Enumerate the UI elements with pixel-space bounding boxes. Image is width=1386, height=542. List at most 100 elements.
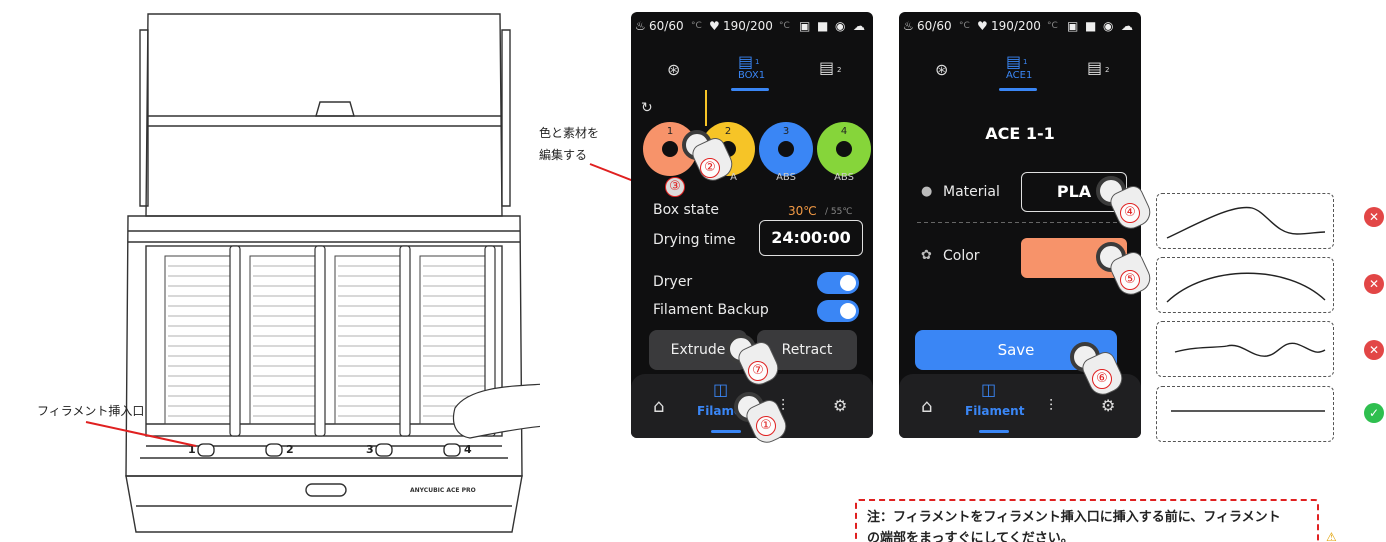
- tab-box1-sub: 1: [755, 58, 760, 66]
- spool-slot-4[interactable]: 4: [817, 122, 871, 176]
- nozzle-temp-icon: ♥: [709, 19, 720, 33]
- tab-ace1[interactable]: ▤: [1006, 52, 1021, 71]
- bent-filament-drawing: [1166, 206, 1326, 239]
- material-icon: ●: [921, 184, 933, 199]
- color-label: Color: [943, 248, 980, 264]
- spool-slot-3[interactable]: 3: [759, 122, 813, 176]
- ace-pro-illustration: ANYCUBIC ACE PRO 1 2 3 4: [110, 6, 546, 542]
- filament-backup-label: Filament Backup: [653, 302, 769, 318]
- wavy-filament-drawing: [1174, 342, 1326, 357]
- box-state-label: Box state: [653, 202, 719, 218]
- camera-icon: ◉: [1103, 19, 1114, 33]
- bed-temp: 60/60: [649, 19, 684, 33]
- good-mark: ✓: [1364, 403, 1384, 423]
- bed-temp-icon: ♨: [635, 19, 646, 33]
- step-6-badge: ⑥: [1092, 369, 1112, 389]
- curved-filament-drawing: [1166, 272, 1326, 303]
- step-5-badge: ⑤: [1120, 270, 1140, 290]
- bad-mark-2: ✕: [1364, 274, 1384, 294]
- material-divider: [917, 222, 1123, 223]
- slot-label-3: 3: [366, 443, 374, 456]
- bad-mark-1: ✕: [1364, 207, 1384, 227]
- status-bar: ♨ 60/60 °C ♥ 190/200 °C ▣ ■ ◉ ☁: [631, 12, 873, 40]
- tab-ace2-sub: 2: [1105, 66, 1110, 74]
- step-7-badge: ⑦: [748, 361, 768, 381]
- nozzle-temp-unit: °C: [1047, 21, 1058, 31]
- step-1-badge: ①: [756, 416, 776, 436]
- spool-4-hub: [836, 141, 852, 157]
- nozzle-temp-unit: °C: [779, 21, 790, 31]
- bed-temp-unit: °C: [959, 21, 970, 31]
- bed-temp-unit: °C: [691, 21, 702, 31]
- filament-example-4: [1156, 386, 1334, 442]
- nav-print-icon[interactable]: ⌂: [921, 396, 932, 417]
- step-2-badge: ②: [700, 158, 720, 178]
- printer-status-icon: ▣: [799, 19, 811, 33]
- tab-box1-label: BOX1: [738, 70, 766, 81]
- tab-active-indicator: [731, 88, 769, 91]
- note-line-2: の端部をまっすぐにしてください。: [867, 531, 1074, 542]
- dryer-toggle[interactable]: [817, 272, 859, 294]
- ace-pro-drawing: ANYCUBIC ACE PRO: [125, 13, 546, 533]
- bed-temp-icon: ♨: [903, 19, 914, 33]
- box-state-limit: / 55℃: [825, 207, 853, 217]
- filament-example-3: [1156, 321, 1334, 377]
- nozzle-temp: 190/200: [723, 19, 773, 33]
- printer-status-icon: ▣: [1067, 19, 1079, 33]
- lock-icon: ■: [817, 19, 829, 33]
- nav-filament-label[interactable]: Filament: [965, 404, 1024, 418]
- straight-filament-drawing: [1171, 410, 1325, 412]
- nav-filament-icon[interactable]: ◫: [981, 380, 996, 399]
- spool-1-hub: [662, 141, 678, 157]
- spool-3-material: ABS: [776, 172, 796, 183]
- nav-settings-icon[interactable]: ⚙: [833, 396, 847, 415]
- palette-icon: ✿: [921, 248, 932, 263]
- edit-callout-line2: 編集する: [539, 148, 588, 162]
- filament-example-1: [1156, 193, 1334, 249]
- step-4-badge: ④: [1120, 203, 1140, 223]
- drying-time-field[interactable]: 24:00:00: [759, 220, 863, 256]
- nav-controls-icon[interactable]: ⫶: [1049, 396, 1053, 416]
- lock-icon: ■: [1085, 19, 1097, 33]
- filament-backup-toggle[interactable]: [817, 300, 859, 322]
- spool-3-number: 3: [782, 126, 790, 137]
- warning-icon: ⚠: [1326, 530, 1337, 542]
- tab-box1[interactable]: ▤: [738, 52, 753, 71]
- filament-inlet-leader-line: [85, 421, 197, 447]
- nav-active-indicator: [979, 430, 1009, 433]
- nav-print-icon[interactable]: ⌂: [653, 396, 664, 417]
- nav-active-indicator: [711, 430, 741, 433]
- refresh-icon[interactable]: ↻: [641, 100, 653, 116]
- tab-box2[interactable]: ▤: [819, 58, 834, 77]
- slot-label-4: 4: [464, 443, 472, 456]
- camera-icon: ◉: [835, 19, 846, 33]
- cloud-icon: ☁: [853, 19, 865, 33]
- tab-external-spool[interactable]: ⊛: [667, 60, 680, 79]
- spool-3-hub: [778, 141, 794, 157]
- spool-4-material: ABS: [834, 172, 854, 183]
- edit-callout-line1: 色と素材を: [539, 126, 600, 140]
- filament-inlet-callout: フィラメント挿入口: [37, 404, 145, 418]
- cloud-icon: ☁: [1121, 19, 1133, 33]
- dryer-label: Dryer: [653, 274, 693, 290]
- nozzle-temp-icon: ♥: [977, 19, 988, 33]
- spool-4-number: 4: [840, 126, 848, 137]
- slot-title: ACE 1-1: [985, 124, 1055, 143]
- tab-active-indicator: [999, 88, 1037, 91]
- step-3-badge: ③: [665, 177, 685, 197]
- tab-external-spool[interactable]: ⊛: [935, 60, 948, 79]
- active-slot-pointer: [705, 90, 707, 126]
- bed-temp: 60/60: [917, 19, 952, 33]
- nav-filament-icon[interactable]: ◫: [713, 380, 728, 399]
- drying-time-label: Drying time: [653, 232, 736, 248]
- status-bar: ♨ 60/60 °C ♥ 190/200 °C ▣ ■ ◉ ☁: [899, 12, 1141, 40]
- box-tabs: ⊛ ▤ 1 ACE1 ▤ 2: [899, 48, 1141, 102]
- box-state-value: 30℃: [788, 204, 817, 218]
- brand-label: ANYCUBIC ACE PRO: [410, 487, 476, 494]
- straighten-note: 注：フィラメントをフィラメント挿入口に挿入する前に、フィラメント の端部をまっす…: [855, 499, 1319, 542]
- nav-settings-icon[interactable]: ⚙: [1101, 396, 1115, 415]
- bad-mark-3: ✕: [1364, 340, 1384, 360]
- filament-example-2: [1156, 257, 1334, 313]
- tab-ace2[interactable]: ▤: [1087, 58, 1102, 77]
- tab-ace1-sub: 1: [1023, 58, 1028, 66]
